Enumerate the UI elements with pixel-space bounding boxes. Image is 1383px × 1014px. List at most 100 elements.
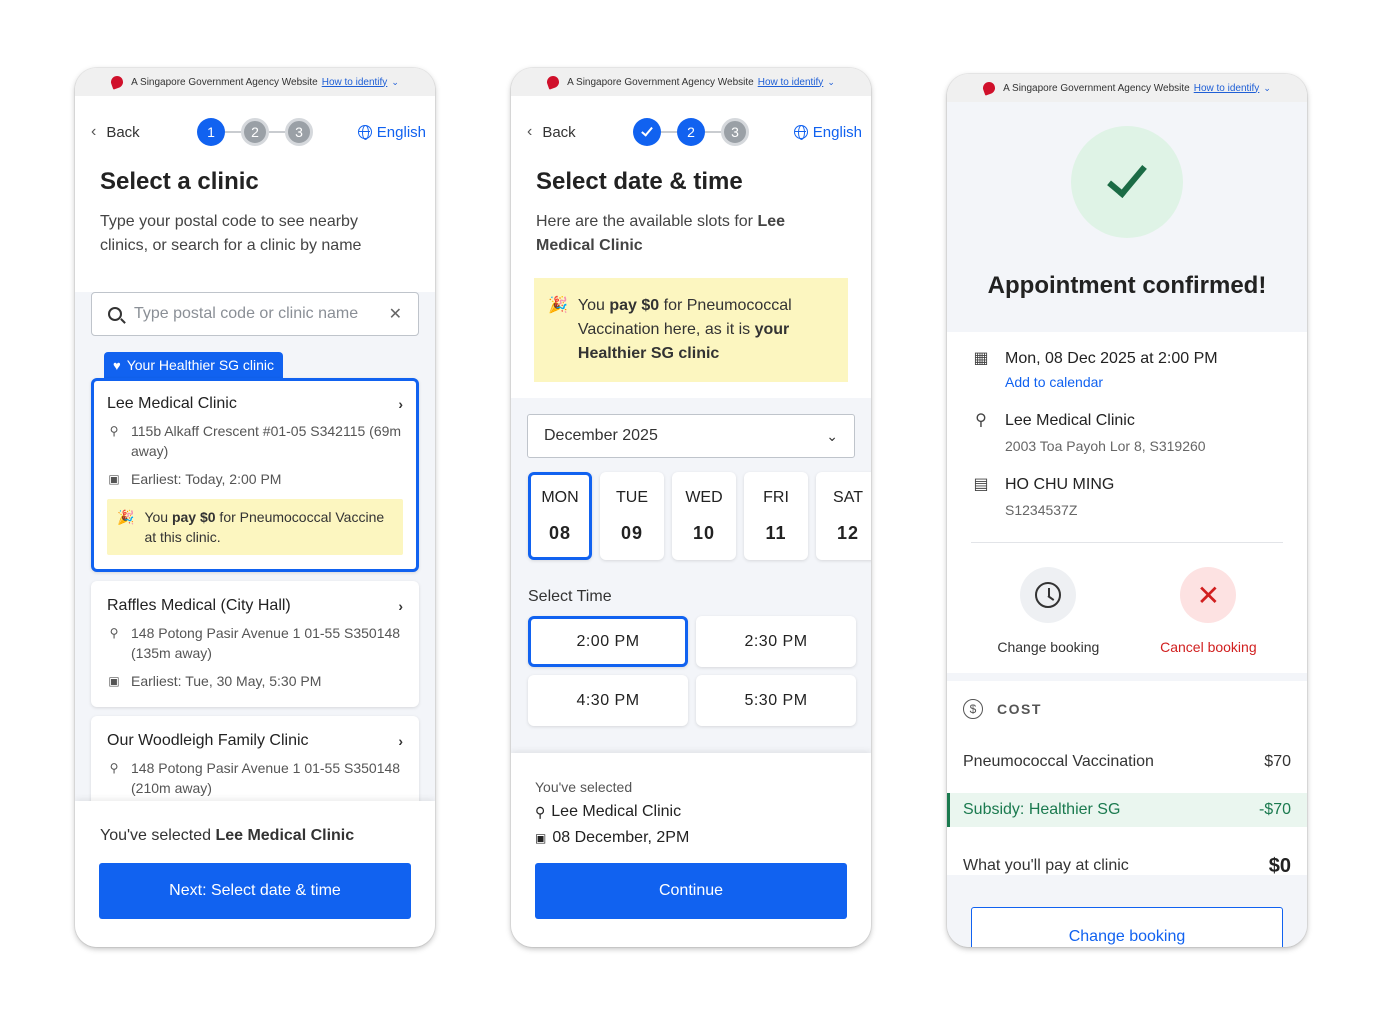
cost-item-label: Pneumococcal Vaccination: [963, 753, 1154, 770]
healthier-sg-tag: ♥ Your Healthier SG clinic: [104, 352, 284, 378]
time-slot[interactable]: 2:30 PM: [696, 616, 856, 667]
language-switch[interactable]: English: [793, 123, 862, 141]
language-label: English: [812, 123, 862, 141]
clinic-address: 115b Alkaff Crescent #01-05 S342115 (69m…: [131, 423, 402, 459]
clinic-card[interactable]: Raffles Medical (City Hall) › ⚲ 148 Poto…: [91, 581, 419, 707]
cost-item: Pneumococcal Vaccination $70: [947, 745, 1307, 779]
clinic-address: 2003 Toa Payoh Lor 8, S319260: [1005, 438, 1206, 454]
day-picker: MON 08 TUE 09 WED 10 FRI 11 SAT 12: [528, 472, 871, 560]
clinic-title-row: Lee Medical Clinic ›: [107, 395, 403, 413]
search-input[interactable]: Type postal code or clinic name ✕: [91, 292, 419, 336]
calendar-icon: ▦: [973, 350, 989, 367]
clinic-earliest: Earliest: Today, 2:00 PM: [131, 471, 282, 487]
back-button[interactable]: ‹ Back: [91, 123, 211, 141]
next-button[interactable]: Next: Select date & time: [99, 863, 411, 919]
time-slot[interactable]: 4:30 PM: [528, 675, 688, 726]
location-icon: ⚲: [975, 412, 987, 429]
masthead-text: A Singapore Government Agency Website: [131, 76, 318, 88]
clinic-name: Raffles Medical (City Hall): [107, 597, 291, 614]
day-of-week: MON: [541, 488, 579, 506]
day-option[interactable]: SAT 12: [816, 472, 871, 560]
selected-clinic-text: You've selected Lee Medical Clinic: [75, 801, 435, 863]
promo-text: You pay $0 for Pneumococcal Vaccination …: [578, 294, 834, 366]
step-1-done: [633, 118, 661, 146]
clear-icon[interactable]: ✕: [389, 304, 402, 324]
day-option-selected[interactable]: MON 08: [528, 472, 592, 560]
selected-clinic: Lee Medical Clinic: [551, 803, 682, 820]
change-booking-label: Change booking: [997, 639, 1100, 655]
gov-masthead: A Singapore Government Agency Website Ho…: [947, 74, 1307, 102]
month-select[interactable]: December 2025 ⌄: [527, 414, 855, 458]
location-icon: ⚲: [535, 803, 546, 820]
change-booking-action[interactable]: Change booking: [997, 567, 1099, 655]
chevron-down-icon[interactable]: ⌄: [1263, 83, 1271, 94]
cancel-booking-action[interactable]: ✕ Cancel booking: [1160, 567, 1257, 655]
screen-appointment-confirmed: A Singapore Government Agency Website Ho…: [947, 74, 1307, 947]
chevron-down-icon[interactable]: ⌄: [827, 77, 835, 88]
patient-block: HO CHU MING S1234537Z: [1005, 474, 1114, 518]
day-option[interactable]: TUE 09: [600, 472, 664, 560]
chevron-down-icon[interactable]: ⌄: [391, 77, 399, 88]
selection-footer: You've selected Lee Medical Clinic Next:…: [75, 801, 435, 947]
clinic-name: Our Woodleigh Family Clinic: [107, 732, 309, 749]
clinic-card[interactable]: Our Woodleigh Family Clinic › ⚲ 148 Poto…: [91, 716, 419, 814]
add-to-calendar-link[interactable]: Add to calendar: [1005, 374, 1218, 390]
promo-text: You pay $0 for Pneumococcal Vaccine at t…: [144, 507, 393, 547]
how-to-identify-link[interactable]: How to identify: [1194, 83, 1260, 94]
clinic-card-selected[interactable]: Lee Medical Clinic › ⚲ 115b Alkaff Cresc…: [91, 378, 419, 572]
close-icon: ✕: [1180, 567, 1237, 623]
healthier-sg-label: Your Healthier SG clinic: [126, 357, 275, 373]
globe-icon: [357, 125, 372, 140]
day-of-week: WED: [685, 488, 723, 506]
day-option[interactable]: WED 10: [672, 472, 736, 560]
search-placeholder: Type postal code or clinic name: [134, 305, 359, 322]
clinic-title-row: Our Woodleigh Family Clinic ›: [107, 732, 403, 750]
back-button[interactable]: ‹ Back: [527, 123, 647, 141]
chevron-right-icon: ›: [398, 733, 403, 749]
screen-select-clinic: A Singapore Government Agency Website Ho…: [75, 68, 435, 947]
youve-selected-label: You've selected: [535, 779, 633, 795]
how-to-identify-link[interactable]: How to identify: [758, 77, 824, 88]
success-check-icon: [1071, 126, 1183, 238]
change-booking-button[interactable]: Change booking: [971, 907, 1283, 947]
party-popper-icon: 🎉: [548, 297, 568, 314]
progress-stepper: 2 3: [633, 118, 749, 146]
day-of-week: FRI: [763, 488, 789, 506]
how-to-identify-link[interactable]: How to identify: [322, 77, 388, 88]
top-nav: ‹ Back 1 2 3 English: [75, 96, 435, 168]
selected-clinic-row: ⚲ Lee Medical Clinic: [511, 795, 871, 821]
promo-pre: You: [577, 297, 610, 314]
day-option[interactable]: FRI 11: [744, 472, 808, 560]
booking-actions: Change booking ✕ Cancel booking: [947, 543, 1307, 673]
cost-header: $ COST: [947, 681, 1307, 719]
clinic-list-area: Type postal code or clinic name ✕ ♥ Your…: [75, 292, 435, 852]
day-number: 08: [548, 522, 572, 543]
continue-button[interactable]: Continue: [535, 863, 847, 919]
time-slot[interactable]: 5:30 PM: [696, 675, 856, 726]
calendar-icon: ▣: [108, 472, 120, 486]
chevron-left-icon: ‹: [91, 123, 97, 140]
progress-stepper: 1 2 3: [197, 118, 313, 146]
clinic-address: 148 Potong Pasir Avenue 1 01-55 S350148 …: [131, 760, 401, 796]
calendar-icon: ▣: [535, 831, 547, 845]
chevron-left-icon: ‹: [527, 123, 533, 140]
time-slot-selected[interactable]: 2:00 PM: [528, 616, 688, 667]
datetime-block: Mon, 08 Dec 2025 at 2:00 PM Add to calen…: [1005, 348, 1218, 390]
chevron-right-icon: ›: [398, 396, 403, 412]
step-3: 3: [721, 118, 749, 146]
language-switch[interactable]: English: [357, 123, 426, 141]
footer-area: Change booking: [947, 875, 1307, 947]
subsidy-item: Subsidy: Healthier SG -$70: [947, 793, 1307, 827]
back-label: Back: [542, 123, 576, 141]
clinic-name: Lee Medical Clinic: [1005, 412, 1135, 429]
day-number: 11: [765, 522, 787, 543]
clinic-row: ⚲ Lee Medical Clinic 2003 Toa Payoh Lor …: [947, 410, 1307, 454]
day-number: 10: [692, 522, 716, 543]
step-3: 3: [285, 118, 313, 146]
calendar-icon: ▣: [108, 674, 120, 688]
screen-select-datetime: A Singapore Government Agency Website Ho…: [511, 68, 871, 947]
clinic-earliest: Earliest: Tue, 30 May, 5:30 PM: [131, 673, 322, 689]
language-label: English: [376, 123, 426, 141]
clinic-address-row: ⚲ 148 Potong Pasir Avenue 1 01-55 S35014…: [107, 623, 403, 663]
day-number: 09: [620, 522, 644, 543]
